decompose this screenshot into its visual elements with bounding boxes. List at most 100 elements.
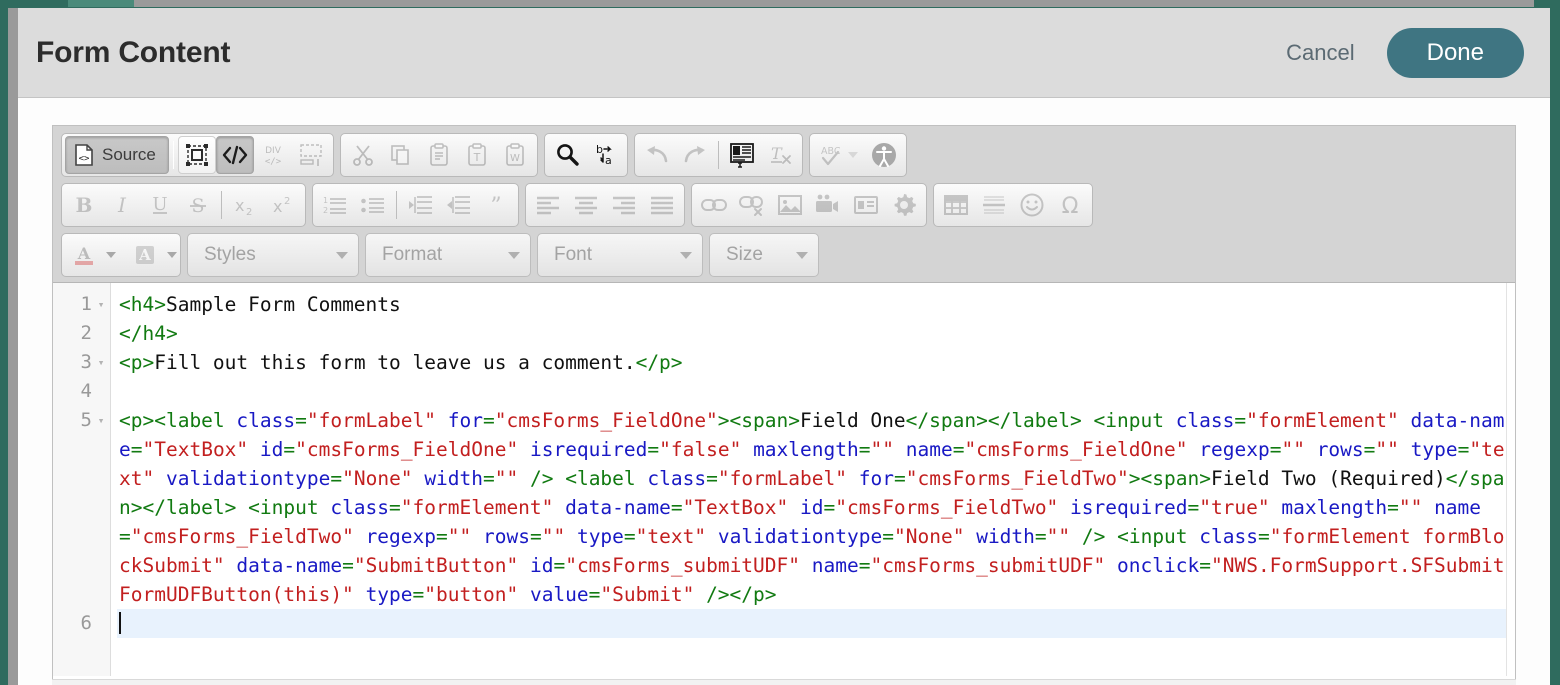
code-token-tag [354, 583, 366, 606]
code-line[interactable]: <p>Fill out this form to leave us a comm… [117, 348, 1515, 377]
svg-text:2: 2 [323, 206, 328, 215]
align-center-icon [575, 196, 597, 215]
code-token-tag: = [1363, 438, 1376, 461]
code-token-value: "" [447, 525, 472, 548]
modal-header: Form Content Cancel Done [18, 8, 1550, 98]
toolbar-group-clipboard: T W [339, 133, 538, 177]
fold-toggle-icon[interactable]: ▾ [96, 406, 106, 435]
code-content[interactable]: <h4>Sample Form Comments </h4> <p>Fill out… [111, 283, 1515, 676]
find-button[interactable] [548, 136, 586, 174]
header-actions: Cancel Done [1276, 27, 1524, 78]
show-blocks-button[interactable] [215, 136, 254, 174]
fold-toggle-icon[interactable]: ▾ [96, 348, 106, 377]
align-right-button [605, 186, 643, 224]
code-token-attribute: maxlength [1281, 496, 1388, 519]
code-token-value: "" [870, 438, 894, 461]
styles-select[interactable]: Styles [187, 233, 359, 277]
code-token-attribute: class [330, 496, 390, 519]
code-token-tag: = [647, 438, 660, 461]
code-token-value: "formLabel" [306, 409, 436, 432]
code-token-tag: ><span> [717, 409, 800, 432]
toolbar-group-colors: A A [61, 233, 181, 277]
code-token-tag: = [893, 467, 906, 490]
code-line[interactable]: </h4> [117, 319, 1515, 348]
source-button[interactable]: <> Source [65, 136, 169, 174]
top-gray-bar [134, 0, 1534, 7]
align-right-icon [613, 196, 635, 215]
templates-button[interactable] [177, 136, 216, 174]
toolbar-group-align [525, 183, 685, 227]
done-button[interactable]: Done [1386, 27, 1524, 78]
styles-select-label: Styles [204, 244, 256, 265]
smiley-icon [1020, 193, 1044, 217]
code-line[interactable]: <p><label class="formLabel" for="cmsForm… [117, 406, 1515, 609]
line-number: 4 [80, 380, 92, 402]
code-token-tag [518, 554, 530, 577]
code-token-text: Sample Form Comments [165, 293, 401, 316]
code-token-tag: = [436, 525, 448, 548]
bulleted-list-button [354, 186, 392, 224]
editor-scrollbar[interactable] [1506, 283, 1515, 676]
code-line[interactable]: <h4>Sample Form Comments [117, 290, 1515, 319]
svg-text:</>: </> [265, 157, 282, 167]
code-token-value: "SubmitButton" [353, 554, 519, 577]
size-select[interactable]: Size [709, 233, 819, 277]
blockquote-icon: ” [490, 194, 501, 216]
toolbar-row-3: A A Styles Format Font Size [57, 230, 1511, 280]
bold-button: B [65, 186, 103, 224]
svg-text:W: W [510, 153, 520, 164]
smiley-button [1013, 186, 1051, 224]
code-token-value: "" [541, 525, 566, 548]
code-token-value: "cmsForms_submitUDF" [870, 554, 1106, 577]
superscript-icon: x 2 [273, 196, 290, 216]
fold-toggle-icon[interactable]: ▾ [96, 290, 106, 319]
cut-button [344, 136, 382, 174]
code-token-tag: = [1387, 496, 1399, 519]
toolbar-group-basic-styles: B I U S x 2 x 2 [61, 183, 306, 227]
code-token-tag: = [670, 496, 683, 519]
align-left-icon [537, 196, 559, 215]
code-token-attribute: regexp [365, 525, 437, 548]
line-number-row: 4 [53, 377, 110, 406]
code-token-tag [225, 554, 237, 577]
chevron-down-icon[interactable] [106, 252, 116, 258]
code-token-tag [800, 554, 812, 577]
increase-indent-icon [447, 196, 470, 214]
code-token-attribute: name [1434, 496, 1482, 519]
svg-text:T: T [771, 144, 783, 163]
code-token-tag [1399, 409, 1411, 432]
chevron-down-icon[interactable] [167, 252, 177, 258]
text-color-icon: A [75, 244, 93, 265]
table-icon [944, 195, 968, 215]
code-token-tag: = [283, 438, 296, 461]
accessibility-button[interactable] [865, 136, 903, 174]
font-select[interactable]: Font [537, 233, 703, 277]
gear-icon [894, 194, 916, 216]
code-token-tag: = [482, 409, 495, 432]
line-number: 2 [80, 322, 92, 344]
code-token-value: "cmsForms_FieldOne" [494, 409, 718, 432]
code-token-tag [1188, 438, 1200, 461]
toolbar-separator [396, 191, 397, 219]
code-token-tag: = [1034, 525, 1047, 548]
settings-button [885, 186, 923, 224]
code-token-tag [894, 438, 906, 461]
code-token-tag [518, 583, 530, 606]
code-line[interactable] [117, 377, 1515, 406]
remove-format-button: T [761, 136, 799, 174]
strikethrough-icon: S [190, 195, 206, 217]
underline-icon: U [152, 194, 167, 215]
source-code-editor[interactable]: 1 ▾ 2 3 ▾ 4 5 ▾ 6 <h4>Sample Form Comments </h4> <… [53, 283, 1515, 676]
replace-button[interactable]: b a [586, 136, 624, 174]
unlink-button [733, 186, 771, 224]
code-token-value: "formElement" [400, 496, 554, 519]
code-token-tag [354, 525, 366, 548]
code-token-tag: = [858, 438, 871, 461]
code-line[interactable] [117, 609, 1515, 638]
code-token-attribute: for [858, 467, 894, 490]
link-button [695, 186, 733, 224]
select-all-button[interactable] [723, 136, 761, 174]
format-select[interactable]: Format [365, 233, 531, 277]
code-token-tag: </span></label> <input [905, 409, 1176, 432]
cancel-button[interactable]: Cancel [1276, 34, 1364, 72]
